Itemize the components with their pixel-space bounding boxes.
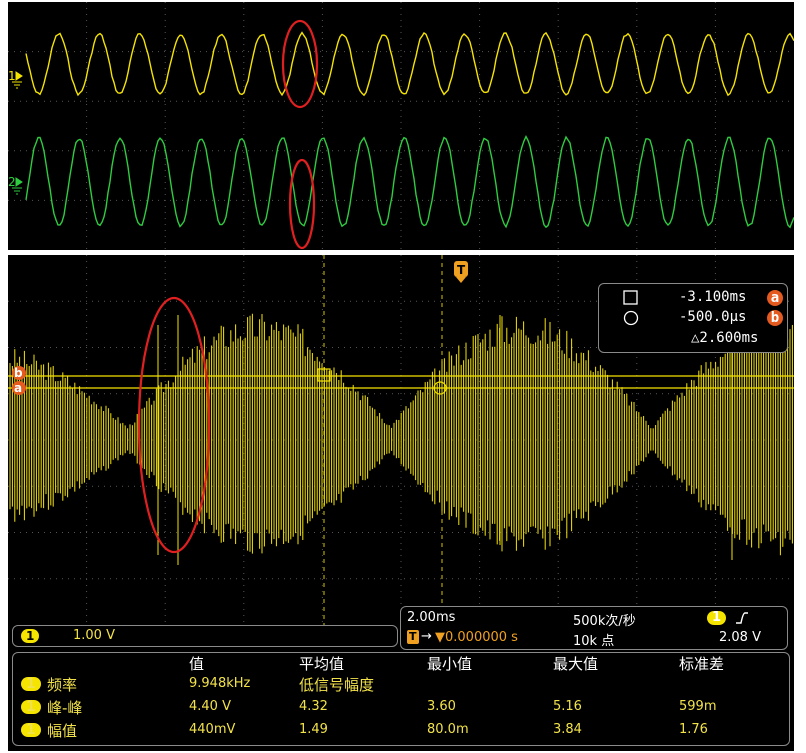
row-max: 3.84 [553,722,582,737]
row-mean: 低信号幅度 [299,676,375,694]
ch1-ground-marker[interactable]: 1 [8,69,23,89]
channel-1-scale-box[interactable]: 1 1.00 V [12,625,398,647]
row-mean: 1.49 [299,722,328,737]
header-std: 标准差 [679,655,725,673]
cursor-a-badge: a [767,290,783,306]
row-name: 频率 [47,676,78,694]
highlight-ellipse-ch2 [288,158,316,250]
trigger-arrow-icon [456,277,466,283]
trigger-arrow-glyph: → [421,629,432,644]
row-value: 9.948kHz [189,676,251,691]
row-channel-badge: 1 [21,700,41,714]
row-min: 80.0m [427,722,469,737]
trigger-level: 2.08 V [719,630,761,645]
ch2-marker-label: 2 [8,175,16,189]
header-max: 最大值 [553,655,599,673]
ch2-ground-marker[interactable]: 2 [8,175,23,195]
cursor-b-value: -500.0µs [679,309,747,325]
row-value: 4.40 V [189,699,231,714]
measurement-table[interactable]: 值 平均值 最小值 最大值 标准差 1 频率 9.948kHz 低信号幅度 1 … [12,652,790,746]
trigger-channel-badge: 1 [707,611,727,625]
row-std: 599m [679,699,717,714]
channel-1-scale-value: 1.00 V [73,628,115,643]
row-channel-badge: 1 [21,723,41,737]
trigger-offset: ▼0.000000 s [435,630,518,645]
header-mean: 平均值 [299,655,345,673]
header-value: 值 [189,655,205,673]
ch2-waveform [25,135,794,229]
sample-rate: 500k次/秒 [573,614,636,629]
header-min: 最小值 [427,655,473,673]
row-mean: 4.32 [299,699,328,714]
circle-cursor-icon [623,310,639,326]
record-length: 10k 点 [573,634,615,649]
cursor-readout-box[interactable]: -3.100ms a -500.0µs b △2.600ms [598,283,788,353]
square-cursor-icon [623,290,638,305]
trigger-marker-label: T [457,263,466,277]
row-std: 1.76 [679,722,708,737]
top-graticule [8,2,794,250]
cursor-a-value: -3.100ms [679,289,747,305]
cursor-delta-value: △2.600ms [691,330,759,346]
trigger-position-marker[interactable]: T [454,261,468,283]
timebase-trigger-box[interactable]: 2.00ms 500k次/秒 1 T → ▼0.000000 s 10k 点 2… [400,606,788,650]
rising-edge-icon [736,612,748,624]
main-waveform-panel: T b a -3.100ms a -500.0µs b △2.600ms 1 1… [8,255,794,751]
row-max: 5.16 [553,699,582,714]
row-channel-badge: 1 [21,677,41,691]
ch1-marker-label: 1 [8,69,16,83]
row-name: 幅值 [47,722,78,740]
cursor-b-badge: b [767,310,783,326]
trigger-position-letter: T [409,630,417,643]
dual-channel-waveform-display: 1 2 [8,2,794,250]
channel-1-badge: 1 [21,629,40,643]
row-min: 3.60 [427,699,456,714]
cursor-a-level-label: a [14,381,22,395]
dual-channel-waveform-panel: 1 2 [8,2,794,250]
timebase-scale: 2.00ms [407,610,456,625]
ch1-waveform [25,31,794,97]
cursor-b-level-label: b [14,366,23,380]
row-value: 440mV [189,722,236,737]
row-name: 峰-峰 [47,699,83,717]
